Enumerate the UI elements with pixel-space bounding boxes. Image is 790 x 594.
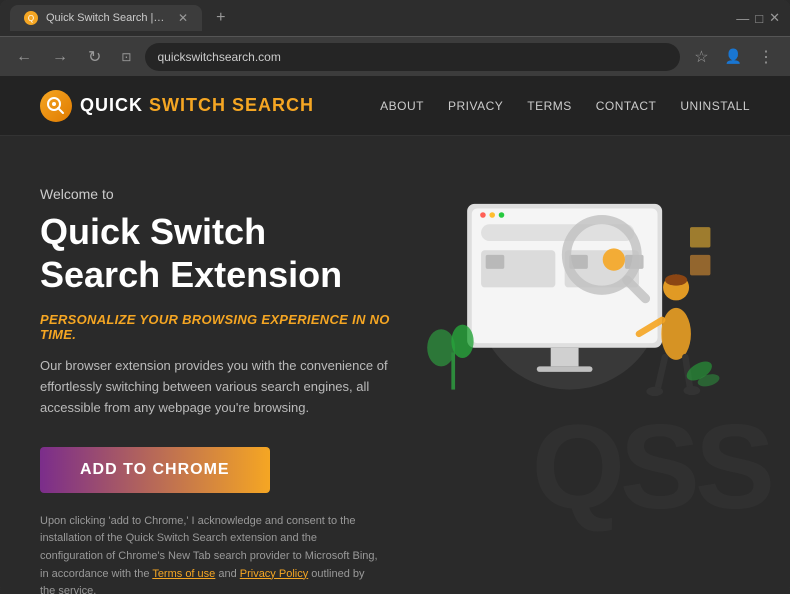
cta-button-label: ADD TO CHROME bbox=[80, 461, 230, 478]
tab-title: Quick Switch Search | Home bbox=[46, 12, 166, 24]
refresh-button[interactable]: ↻ bbox=[82, 43, 107, 71]
hero-watermark: QSS bbox=[532, 398, 770, 536]
website-content: QUICK SWITCH SEARCH ABOUT PRIVACY TERMS … bbox=[0, 76, 790, 594]
hero-section: Welcome to Quick SwitchSearch Extension … bbox=[0, 136, 790, 594]
nav-about[interactable]: ABOUT bbox=[380, 99, 424, 113]
nav-contact[interactable]: CONTACT bbox=[596, 99, 657, 113]
add-to-chrome-button[interactable]: ADD TO CHROME bbox=[40, 447, 270, 493]
hero-tagline: PERSONALIZE YOUR BROWSING EXPERIENCE IN … bbox=[40, 312, 400, 342]
nav-uninstall[interactable]: UNINSTALL bbox=[680, 99, 750, 113]
logo-search: SEARCH bbox=[232, 95, 314, 115]
logo-text: QUICK SWITCH SEARCH bbox=[80, 95, 314, 116]
browser-titlebar: Q Quick Switch Search | Home ✕ + — □ ✕ bbox=[0, 0, 790, 36]
logo-icon bbox=[40, 90, 72, 122]
logo-svg bbox=[46, 96, 66, 116]
privacy-link[interactable]: Privacy Policy bbox=[240, 568, 308, 580]
welcome-text: Welcome to bbox=[40, 186, 400, 202]
tab-favicon: Q bbox=[24, 11, 38, 25]
disclaimer-text: Upon clicking 'add to Chrome,' I acknowl… bbox=[40, 513, 380, 594]
browser-window: Q Quick Switch Search | Home ✕ + — □ ✕ ←… bbox=[0, 0, 790, 594]
logo-quick: QUICK bbox=[80, 95, 149, 115]
back-button[interactable]: ← bbox=[10, 44, 38, 70]
nav-privacy[interactable]: PRIVACY bbox=[448, 99, 503, 113]
logo-area: QUICK SWITCH SEARCH bbox=[40, 90, 314, 122]
site-navigation: ABOUT PRIVACY TERMS CONTACT UNINSTALL bbox=[380, 99, 750, 113]
new-tab-button[interactable]: + bbox=[210, 5, 231, 31]
maximize-button[interactable]: □ bbox=[755, 11, 763, 26]
nav-terms[interactable]: TERMS bbox=[527, 99, 572, 113]
cast-button[interactable]: ⊡ bbox=[115, 46, 137, 68]
close-window-button[interactable]: ✕ bbox=[769, 10, 780, 26]
logo-switch: SWITCH bbox=[149, 95, 232, 115]
site-header: QUICK SWITCH SEARCH ABOUT PRIVACY TERMS … bbox=[0, 76, 790, 136]
profile-button[interactable]: 👤 bbox=[719, 44, 748, 69]
browser-navbar: ← → ↻ ⊡ quickswitchsearch.com ☆ 👤 ⋮ bbox=[0, 36, 790, 76]
hero-svg bbox=[400, 176, 720, 436]
address-text: quickswitchsearch.com bbox=[157, 50, 668, 64]
menu-button[interactable]: ⋮ bbox=[752, 43, 780, 71]
bookmark-button[interactable]: ☆ bbox=[688, 43, 714, 71]
minimize-button[interactable]: — bbox=[736, 11, 749, 26]
hero-left-content: Welcome to Quick SwitchSearch Extension … bbox=[40, 176, 400, 594]
disclaimer-middle: and bbox=[215, 568, 239, 580]
hero-illustration: QSS bbox=[400, 176, 750, 496]
hero-title: Quick SwitchSearch Extension bbox=[40, 210, 400, 296]
browser-tab[interactable]: Q Quick Switch Search | Home ✕ bbox=[10, 5, 202, 31]
hero-description: Our browser extension provides you with … bbox=[40, 356, 400, 418]
tab-close-icon[interactable]: ✕ bbox=[178, 11, 188, 25]
terms-link[interactable]: Terms of use bbox=[152, 568, 215, 580]
forward-button[interactable]: → bbox=[46, 44, 74, 70]
address-bar[interactable]: quickswitchsearch.com bbox=[145, 43, 680, 71]
